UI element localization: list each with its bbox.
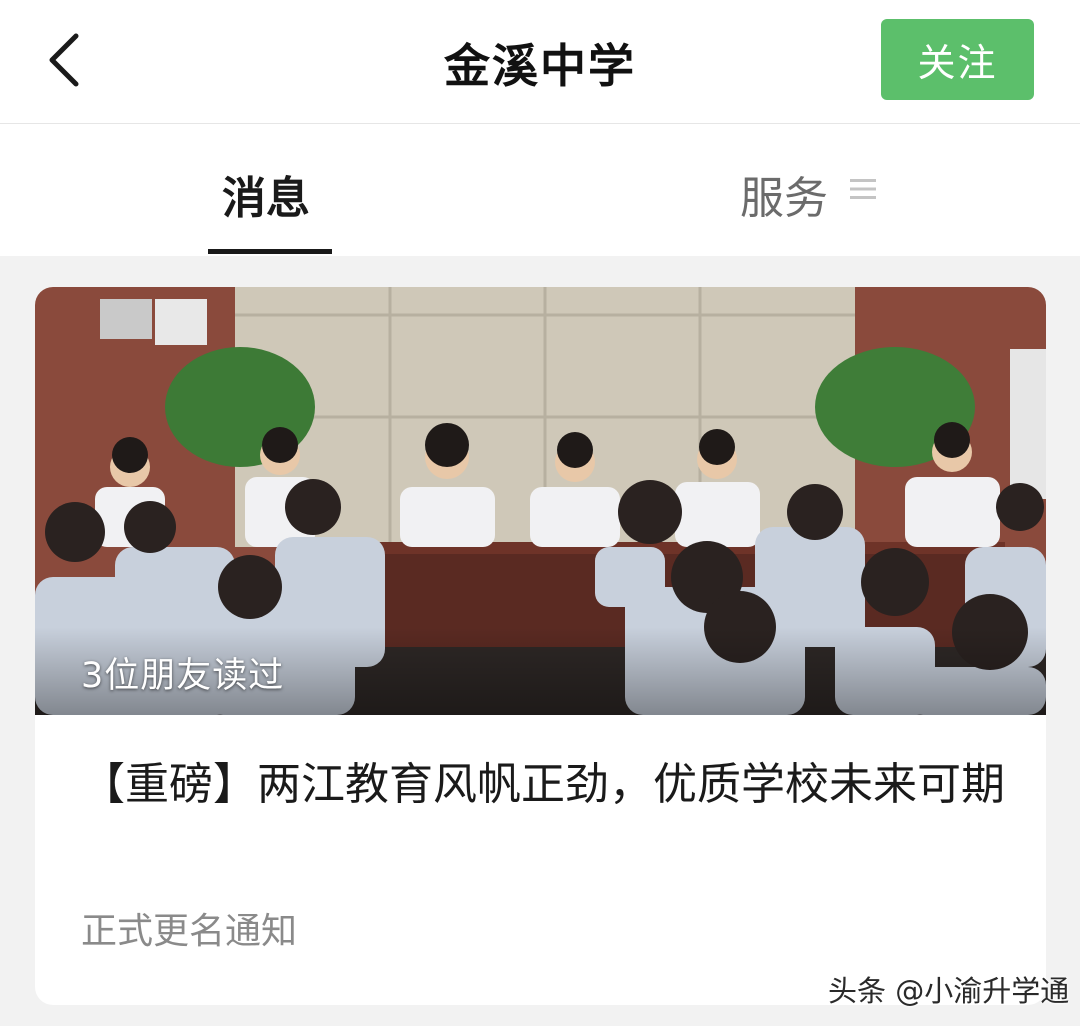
tab-services[interactable]: 服务 bbox=[740, 162, 828, 226]
tab-bar: 消息 服务 bbox=[0, 124, 1080, 256]
watermark: 头条 @小渝升学通 bbox=[828, 974, 1070, 1008]
active-tab-indicator bbox=[208, 249, 332, 254]
tab-messages[interactable]: 消息 bbox=[222, 162, 310, 226]
article-subtitle: 正式更名通知 bbox=[81, 911, 298, 952]
menu-icon[interactable] bbox=[850, 176, 876, 202]
follow-button[interactable]: 关注 bbox=[881, 19, 1034, 100]
top-bar: 金溪中学 关注 bbox=[0, 0, 1080, 124]
article-headline[interactable]: 【重磅】两江教育风帆正劲，优质学校未来可期 bbox=[81, 752, 1011, 818]
friends-read-badge: 3位朋友读过 bbox=[81, 656, 285, 696]
article-card[interactable]: 3位朋友读过 【重磅】两江教育风帆正劲，优质学校未来可期 正式更名通知 bbox=[35, 287, 1046, 1005]
